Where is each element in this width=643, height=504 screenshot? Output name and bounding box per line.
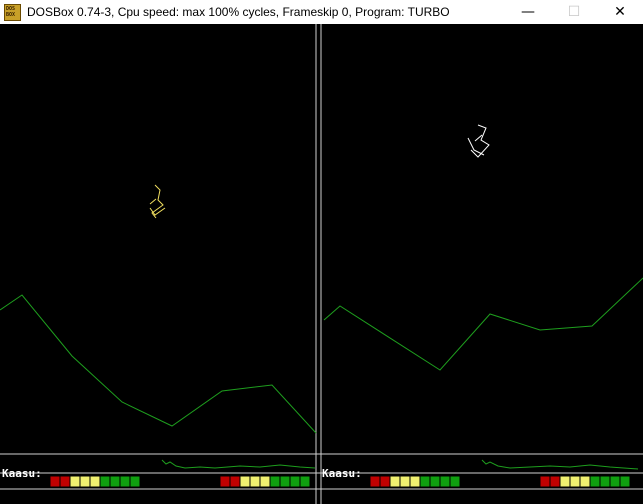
throttle-label-left: Kaasu: (2, 467, 42, 480)
gauge-right-2-segment (579, 475, 591, 488)
minimize-icon: — (521, 4, 535, 20)
gauge-left-1-segment (49, 475, 61, 488)
gauge-left-2-segment (239, 475, 251, 488)
gauge-left-2-segment (259, 475, 271, 488)
gauge-left-2-segment (249, 475, 261, 488)
icon-label-bottom: BOX (6, 11, 16, 18)
gauge-left-2-segment (299, 475, 311, 488)
gauge-right-1-segment (439, 475, 451, 488)
window-title: DOSBox 0.74-3, Cpu speed: max 100% cycle… (27, 5, 450, 19)
gauge-right-1-segment (379, 475, 391, 488)
gauge-right-2-segment (549, 475, 561, 488)
gauge-left-2-segment (279, 475, 291, 488)
gauge-right-1-segment (429, 475, 441, 488)
gauge-right-2-segment (559, 475, 571, 488)
gauge-right-1-segment (369, 475, 381, 488)
throttle-label-right: Kaasu: (322, 467, 362, 480)
gauge-left-1-segment (79, 475, 91, 488)
gauge-right-2-segment (609, 475, 621, 488)
maximize-button[interactable]: ☐ (551, 0, 597, 24)
terrain-right (323, 277, 643, 371)
terrain-left (0, 294, 317, 434)
title-bar: DOS BOX DOSBox 0.74-3, Cpu speed: max 10… (0, 0, 643, 24)
game-canvas (0, 24, 643, 504)
gauge-left-1-segment (69, 475, 81, 488)
graph-left (161, 459, 316, 469)
gauge-right-1-segment (449, 475, 461, 488)
gauge-left-2-segment (289, 475, 301, 488)
gauge-right-2-segment (589, 475, 601, 488)
gauge-left-1-segment (119, 475, 131, 488)
minimize-button[interactable]: — (505, 0, 551, 24)
gauge-right-1-segment (409, 475, 421, 488)
gauge-right-2-segment (539, 475, 551, 488)
gauge-right-1-segment (399, 475, 411, 488)
gauge-left-2-segment (229, 475, 241, 488)
dosbox-icon[interactable]: DOS BOX (4, 3, 21, 21)
player1-ship (149, 184, 166, 219)
close-icon: ✕ (614, 4, 626, 20)
gauge-right-2-segment (599, 475, 611, 488)
gauge-left-1-segment (89, 475, 101, 488)
gauge-left-2-segment (219, 475, 231, 488)
gauge-left-1-segment (129, 475, 141, 488)
gauge-right-2-segment (619, 475, 631, 488)
gauge-left-1-segment (59, 475, 71, 488)
gauge-right-1-segment (419, 475, 431, 488)
gauge-right-1-segment (389, 475, 401, 488)
maximize-icon: ☐ (567, 4, 581, 20)
gauge-left-2-segment (269, 475, 281, 488)
game-screen[interactable]: Kaasu: Kaasu: (0, 24, 643, 504)
graph-right (481, 459, 639, 470)
close-button[interactable]: ✕ (597, 0, 643, 24)
icon-label-top: DOS (6, 5, 16, 12)
gauge-left-1-segment (109, 475, 121, 488)
gauge-right-2-segment (569, 475, 581, 488)
gauge-left-1-segment (99, 475, 111, 488)
player2-ship (467, 124, 490, 158)
